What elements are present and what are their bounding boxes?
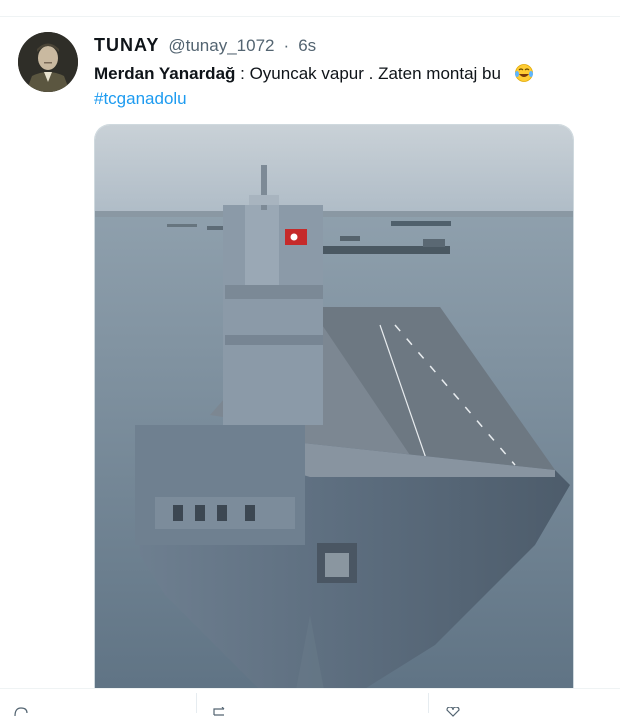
avatar[interactable] <box>18 32 78 92</box>
top-divider <box>0 16 620 17</box>
action-divider <box>196 693 197 713</box>
separator-dot: · <box>283 36 290 55</box>
tweet-header: TUNAY @tunay_1072 · 6s <box>94 34 316 57</box>
tweet-image[interactable] <box>94 124 574 695</box>
display-name[interactable]: TUNAY <box>94 35 159 55</box>
reply-icon[interactable] <box>14 707 28 717</box>
quote-author: Merdan Yanardağ <box>94 64 236 83</box>
action-divider <box>428 693 429 713</box>
user-handle[interactable]: @tunay_1072 <box>168 36 274 55</box>
hashtag-link[interactable]: #tcganadolu <box>94 86 594 111</box>
like-icon[interactable] <box>446 707 460 717</box>
avatar-portrait-icon <box>18 32 78 92</box>
aircraft-carrier-photo <box>95 125 573 695</box>
timestamp[interactable]: 6s <box>298 36 316 55</box>
quote-text: : Oyuncak vapur . Zaten montaj bu <box>240 64 501 83</box>
tweet-actions-bar <box>0 688 620 717</box>
retweet-icon[interactable] <box>212 707 226 717</box>
tweet-text: Merdan Yanardağ : Oyuncak vapur . Zaten … <box>94 61 594 111</box>
face-with-tears-of-joy-icon <box>514 64 533 82</box>
